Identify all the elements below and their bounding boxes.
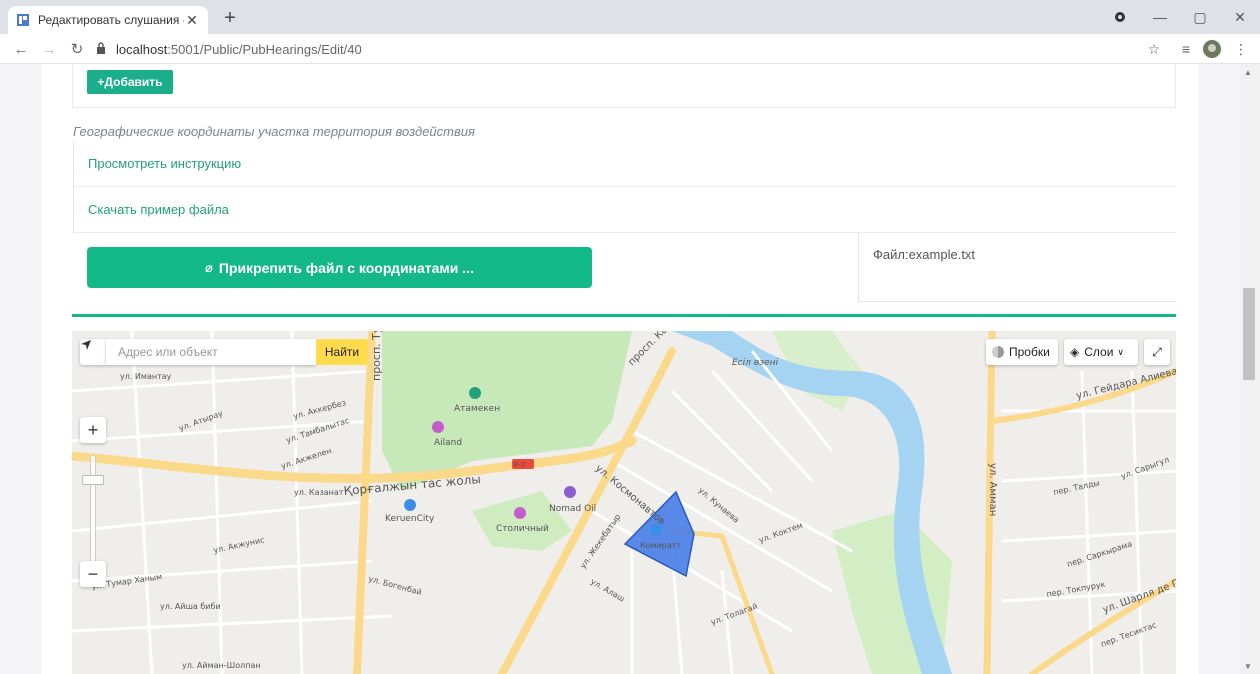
page-scrollbar[interactable]: ▲ ▼ — [1240, 64, 1260, 674]
map-label: ул. Айша биби — [160, 602, 221, 611]
menu-kebab-icon[interactable]: ⋮ — [1232, 40, 1250, 58]
profile-icon[interactable] — [1100, 0, 1140, 34]
browser-toolbar: ← → ↻ localhost:5001/Public/PubHearings/… — [0, 34, 1260, 64]
map-label: Nomad Oil — [549, 504, 596, 514]
zoom-slider-track[interactable] — [90, 455, 96, 565]
attach-button-label: Прикрепить файл с координатами ... — [218, 259, 474, 276]
map-label: Комиратт — [640, 541, 681, 550]
avatar[interactable] — [1203, 40, 1221, 58]
section-title: Географические координаты участка террит… — [73, 124, 475, 139]
traffic-icon — [992, 346, 1004, 358]
map[interactable]: просп. Туран просп. Кабанбай Қорғалжын т… — [72, 331, 1176, 674]
zoom-in-button[interactable]: + — [80, 417, 106, 443]
reload-icon[interactable]: ↻ — [66, 38, 88, 60]
map-label: Столичный — [496, 524, 549, 534]
view-instruction-link[interactable]: Просмотреть инструкцию — [88, 156, 241, 171]
maximize-icon[interactable]: ▢ — [1180, 0, 1220, 34]
attached-file-box: Файл:example.txt — [858, 232, 1176, 302]
address-bar[interactable]: localhost:5001/Public/PubHearings/Edit/4… — [96, 37, 1136, 61]
chevron-down-icon: ∨ — [1117, 346, 1125, 357]
layers-icon: ◈ — [1070, 345, 1080, 359]
map-search: Найти — [80, 339, 368, 365]
map-label: ул. Казанат — [294, 488, 344, 497]
layers-button[interactable]: ◈ Слои ∨ — [1064, 339, 1138, 365]
url-path: :5001/Public/PubHearings/Edit/40 — [167, 41, 362, 57]
page-viewport: +Добавить Географические координаты учас… — [0, 64, 1240, 674]
map-find-button[interactable]: Найти — [316, 339, 368, 365]
url-host: localhost — [116, 41, 168, 57]
close-tab-icon[interactable]: ✕ — [184, 12, 200, 29]
paperclip-icon: ⌀ — [205, 259, 213, 275]
attached-file-name: Файл:example.txt — [873, 247, 976, 262]
minimize-icon[interactable]: — — [1140, 0, 1180, 34]
map-search-input[interactable] — [106, 339, 316, 365]
map-label: ул. Амман — [987, 463, 998, 516]
forward-icon[interactable]: → — [38, 38, 60, 60]
traffic-label: Пробки — [1009, 345, 1050, 359]
map-label: ул. Имантау — [120, 372, 172, 381]
close-window-icon[interactable]: ✕ — [1220, 0, 1260, 34]
page-gutter-left — [0, 64, 42, 674]
map-canvas[interactable]: просп. Туран просп. Кабанбай Қорғалжын т… — [72, 331, 1176, 674]
tab-title: Редактировать слушания - ЕЭП — [38, 13, 184, 27]
attach-coordinates-button[interactable]: ⌀ Прикрепить файл с координатами ... — [87, 247, 592, 288]
scrollbar-thumb[interactable] — [1243, 288, 1255, 380]
instruction-row: Просмотреть инструкцию — [73, 141, 1176, 187]
map-label: просп. Туран — [370, 331, 383, 381]
bookmark-star-icon[interactable]: ☆ — [1145, 40, 1163, 58]
scroll-down-icon[interactable]: ▼ — [1244, 662, 1252, 671]
add-panel — [72, 64, 1176, 108]
map-label: Р-2 — [514, 461, 525, 469]
browser-tabstrip: Редактировать слушания - ЕЭП ✕ + — ▢ ✕ — [0, 0, 1260, 34]
page-gutter-right — [1198, 64, 1240, 674]
scroll-up-icon[interactable]: ▲ — [1244, 68, 1252, 77]
add-button[interactable]: +Добавить — [87, 70, 173, 94]
new-tab-icon[interactable]: + — [218, 6, 242, 30]
browser-tab[interactable]: Редактировать слушания - ЕЭП ✕ — [8, 6, 208, 34]
back-icon[interactable]: ← — [10, 38, 32, 60]
reading-list-icon[interactable]: ≡ — [1177, 40, 1195, 58]
download-example-link[interactable]: Скачать пример файла — [88, 202, 229, 217]
map-label: Ailand — [434, 438, 462, 448]
map-label: ул. Айман-Шолпан — [182, 661, 261, 670]
fullscreen-icon[interactable]: ⤢ — [1144, 339, 1170, 365]
map-label: KeruenCity — [385, 514, 435, 524]
zoom-slider-handle[interactable] — [82, 475, 104, 485]
section-divider — [72, 314, 1176, 317]
map-label: Атамекен — [454, 404, 500, 414]
map-label: Есіл өзені — [732, 358, 778, 368]
traffic-button[interactable]: Пробки — [986, 339, 1058, 365]
favicon-icon — [16, 13, 30, 27]
lock-icon — [96, 41, 108, 57]
geolocation-icon[interactable] — [80, 339, 106, 365]
layers-label: Слои — [1084, 345, 1114, 359]
example-row: Скачать пример файла — [73, 187, 1176, 233]
zoom-out-button[interactable]: − — [80, 561, 106, 587]
